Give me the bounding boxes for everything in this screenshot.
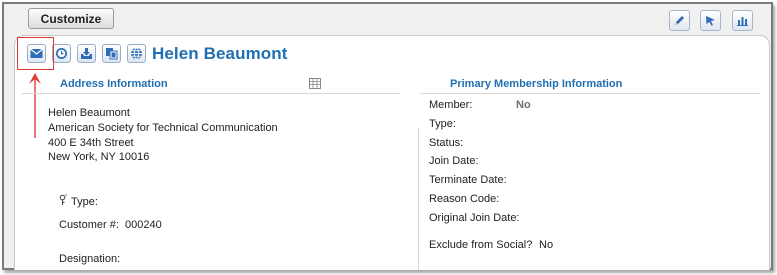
designation-label: Designation: [59, 253, 121, 265]
membership-type-label: Type: [429, 118, 456, 130]
address-line: New York, NY 10016 [48, 151, 150, 163]
customize-button[interactable]: Customize [28, 8, 114, 29]
member-value: No [516, 99, 531, 111]
globe-icon[interactable] [127, 44, 146, 63]
address-grid-icon[interactable] [309, 78, 321, 92]
mail-icon-highlight [17, 37, 54, 70]
terminate-date-label: Terminate Date: [429, 174, 507, 186]
join-date-label: Join Date: [429, 155, 479, 167]
copy-icon[interactable] [102, 44, 121, 63]
type-key-icon: * [59, 194, 68, 209]
pencil-icon[interactable] [669, 10, 690, 31]
bar-chart-icon[interactable] [732, 10, 753, 31]
address-line: Helen Beaumont [48, 107, 130, 119]
cursor-icon[interactable] [700, 10, 721, 31]
original-join-date-label: Original Join Date: [429, 212, 520, 224]
address-line: American Society for Technical Communica… [48, 122, 278, 134]
svg-text:*: * [65, 194, 67, 200]
member-label: Member: [429, 99, 473, 111]
reason-code-label: Reason Code: [429, 193, 500, 205]
record-name: Helen Beaumont [152, 44, 288, 63]
membership-heading-rule [420, 93, 760, 94]
clock-icon[interactable] [52, 44, 71, 63]
status-label: Status: [429, 137, 464, 149]
inbox-download-icon[interactable] [77, 44, 96, 63]
address-type-label: Type: [71, 196, 98, 208]
customer-number-label: Customer #: [59, 219, 119, 231]
address-line: 400 E 34th Street [48, 137, 134, 149]
pointer-arrow [29, 73, 41, 138]
column-divider [418, 128, 419, 270]
address-heading-rule [22, 93, 400, 94]
address-heading: Address Information [60, 78, 168, 90]
customer-number-value: 000240 [125, 219, 162, 231]
exclude-social-label: Exclude from Social? [429, 239, 533, 251]
membership-heading: Primary Membership Information [450, 78, 623, 90]
exclude-social-value: No [539, 239, 554, 251]
